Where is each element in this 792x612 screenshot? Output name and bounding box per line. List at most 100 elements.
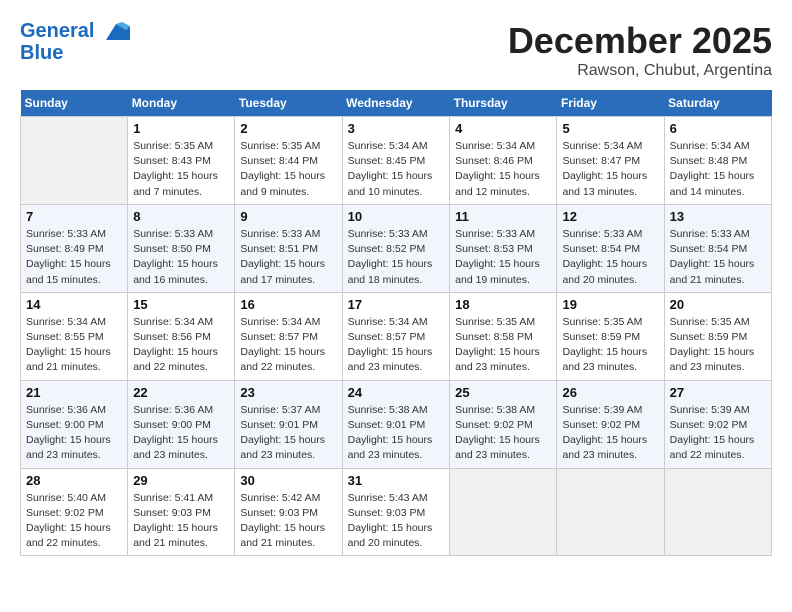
day-number: 10	[348, 209, 445, 224]
day-cell: 5Sunrise: 5:34 AMSunset: 8:47 PMDaylight…	[557, 117, 664, 205]
day-cell: 9Sunrise: 5:33 AMSunset: 8:51 PMDaylight…	[235, 204, 342, 292]
day-number: 15	[133, 297, 229, 312]
day-number: 21	[26, 385, 122, 400]
header-wednesday: Wednesday	[342, 90, 450, 117]
day-number: 27	[670, 385, 766, 400]
day-cell: 29 Sunrise: 5:41 AMSunset: 9:03 PMDayligh…	[128, 468, 235, 556]
day-cell: 15 Sunrise: 5:34 AMSunset: 8:56 PMDayligh…	[128, 292, 235, 380]
day-info: Sunrise: 5:33 AMSunset: 8:54 PMDaylight:…	[562, 227, 658, 288]
header-saturday: Saturday	[664, 90, 771, 117]
day-number: 19	[562, 297, 658, 312]
day-info: Sunrise: 5:33 AMSunset: 8:50 PMDaylight:…	[133, 227, 229, 288]
day-info: Sunrise: 5:42 AMSunset: 9:03 PMDaylight:…	[240, 491, 336, 552]
week-row-3: 21 Sunrise: 5:36 AMSunset: 9:00 PMDayligh…	[21, 380, 772, 468]
day-cell: 8 Sunrise: 5:33 AMSunset: 8:50 PMDaylight…	[128, 204, 235, 292]
day-cell: 24Sunrise: 5:38 AMSunset: 9:01 PMDayligh…	[342, 380, 450, 468]
calendar-table: SundayMondayTuesdayWednesdayThursdayFrid…	[20, 90, 772, 556]
day-info: Sunrise: 5:35 AMSunset: 8:44 PMDaylight:…	[240, 139, 336, 200]
day-cell: 18Sunrise: 5:35 AMSunset: 8:58 PMDayligh…	[450, 292, 557, 380]
day-cell: 2 Sunrise: 5:35 AMSunset: 8:44 PMDaylight…	[235, 117, 342, 205]
logo-text: General	[20, 20, 130, 42]
day-info: Sunrise: 5:37 AMSunset: 9:01 PMDaylight:…	[240, 403, 336, 464]
day-info: Sunrise: 5:33 AMSunset: 8:51 PMDaylight:…	[240, 227, 336, 288]
day-cell: 28Sunrise: 5:40 AMSunset: 9:02 PMDayligh…	[21, 468, 128, 556]
day-cell: 11Sunrise: 5:33 AMSunset: 8:53 PMDayligh…	[450, 204, 557, 292]
day-number: 29	[133, 473, 229, 488]
day-number: 2	[240, 121, 336, 136]
day-number: 26	[562, 385, 658, 400]
day-cell	[21, 117, 128, 205]
day-number: 24	[348, 385, 445, 400]
day-number: 18	[455, 297, 551, 312]
logo-general: General	[20, 20, 94, 42]
day-info: Sunrise: 5:35 AMSunset: 8:59 PMDaylight:…	[562, 315, 658, 376]
day-cell: 26Sunrise: 5:39 AMSunset: 9:02 PMDayligh…	[557, 380, 664, 468]
day-info: Sunrise: 5:34 AMSunset: 8:45 PMDaylight:…	[348, 139, 445, 200]
day-number: 20	[670, 297, 766, 312]
day-number: 7	[26, 209, 122, 224]
day-cell: 14Sunrise: 5:34 AMSunset: 8:55 PMDayligh…	[21, 292, 128, 380]
day-info: Sunrise: 5:38 AMSunset: 9:02 PMDaylight:…	[455, 403, 551, 464]
day-number: 11	[455, 209, 551, 224]
day-info: Sunrise: 5:41 AMSunset: 9:03 PMDaylight:…	[133, 491, 229, 552]
logo: General Blue	[20, 20, 130, 64]
day-cell	[450, 468, 557, 556]
week-row-1: 7 Sunrise: 5:33 AMSunset: 8:49 PMDaylight…	[21, 204, 772, 292]
logo-icon	[102, 22, 130, 42]
day-number: 16	[240, 297, 336, 312]
day-number: 23	[240, 385, 336, 400]
day-info: Sunrise: 5:36 AMSunset: 9:00 PMDaylight:…	[133, 403, 229, 464]
logo-blue: Blue	[20, 42, 130, 64]
title-block: December 2025 Rawson, Chubut, Argentina	[508, 20, 772, 80]
month-title: December 2025	[508, 20, 772, 62]
header-thursday: Thursday	[450, 90, 557, 117]
day-cell: 10 Sunrise: 5:33 AMSunset: 8:52 PMDayligh…	[342, 204, 450, 292]
day-number: 13	[670, 209, 766, 224]
day-info: Sunrise: 5:33 AMSunset: 8:49 PMDaylight:…	[26, 227, 122, 288]
day-info: Sunrise: 5:33 AMSunset: 8:52 PMDaylight:…	[348, 227, 445, 288]
day-cell: 19 Sunrise: 5:35 AMSunset: 8:59 PMDayligh…	[557, 292, 664, 380]
day-number: 6	[670, 121, 766, 136]
day-cell: 27 Sunrise: 5:39 AMSunset: 9:02 PMDayligh…	[664, 380, 771, 468]
day-number: 12	[562, 209, 658, 224]
day-cell: 7 Sunrise: 5:33 AMSunset: 8:49 PMDaylight…	[21, 204, 128, 292]
day-cell: 4 Sunrise: 5:34 AMSunset: 8:46 PMDaylight…	[450, 117, 557, 205]
day-info: Sunrise: 5:34 AMSunset: 8:46 PMDaylight:…	[455, 139, 551, 200]
day-info: Sunrise: 5:34 AMSunset: 8:47 PMDaylight:…	[562, 139, 658, 200]
day-info: Sunrise: 5:36 AMSunset: 9:00 PMDaylight:…	[26, 403, 122, 464]
header-sunday: Sunday	[21, 90, 128, 117]
day-info: Sunrise: 5:43 AMSunset: 9:03 PMDaylight:…	[348, 491, 445, 552]
day-cell: 31Sunrise: 5:43 AMSunset: 9:03 PMDayligh…	[342, 468, 450, 556]
day-number: 8	[133, 209, 229, 224]
day-info: Sunrise: 5:33 AMSunset: 8:54 PMDaylight:…	[670, 227, 766, 288]
day-info: Sunrise: 5:40 AMSunset: 9:02 PMDaylight:…	[26, 491, 122, 552]
day-cell	[664, 468, 771, 556]
day-info: Sunrise: 5:34 AMSunset: 8:56 PMDaylight:…	[133, 315, 229, 376]
day-number: 3	[348, 121, 445, 136]
day-number: 14	[26, 297, 122, 312]
day-number: 4	[455, 121, 551, 136]
day-cell: 17 Sunrise: 5:34 AMSunset: 8:57 PMDayligh…	[342, 292, 450, 380]
day-number: 1	[133, 121, 229, 136]
day-cell: 1Sunrise: 5:35 AMSunset: 8:43 PMDaylight…	[128, 117, 235, 205]
day-number: 17	[348, 297, 445, 312]
day-number: 22	[133, 385, 229, 400]
week-row-2: 14Sunrise: 5:34 AMSunset: 8:55 PMDayligh…	[21, 292, 772, 380]
day-info: Sunrise: 5:34 AMSunset: 8:57 PMDaylight:…	[348, 315, 445, 376]
day-number: 25	[455, 385, 551, 400]
day-info: Sunrise: 5:34 AMSunset: 8:48 PMDaylight:…	[670, 139, 766, 200]
calendar-header-row: SundayMondayTuesdayWednesdayThursdayFrid…	[21, 90, 772, 117]
day-info: Sunrise: 5:39 AMSunset: 9:02 PMDaylight:…	[670, 403, 766, 464]
week-row-4: 28Sunrise: 5:40 AMSunset: 9:02 PMDayligh…	[21, 468, 772, 556]
day-cell: 6 Sunrise: 5:34 AMSunset: 8:48 PMDaylight…	[664, 117, 771, 205]
header-monday: Monday	[128, 90, 235, 117]
day-cell: 22 Sunrise: 5:36 AMSunset: 9:00 PMDayligh…	[128, 380, 235, 468]
day-number: 30	[240, 473, 336, 488]
header-tuesday: Tuesday	[235, 90, 342, 117]
week-row-0: 1Sunrise: 5:35 AMSunset: 8:43 PMDaylight…	[21, 117, 772, 205]
day-cell: 13 Sunrise: 5:33 AMSunset: 8:54 PMDayligh…	[664, 204, 771, 292]
day-cell: 3 Sunrise: 5:34 AMSunset: 8:45 PMDaylight…	[342, 117, 450, 205]
day-cell: 20Sunrise: 5:35 AMSunset: 8:59 PMDayligh…	[664, 292, 771, 380]
day-cell	[557, 468, 664, 556]
location-subtitle: Rawson, Chubut, Argentina	[508, 62, 772, 80]
